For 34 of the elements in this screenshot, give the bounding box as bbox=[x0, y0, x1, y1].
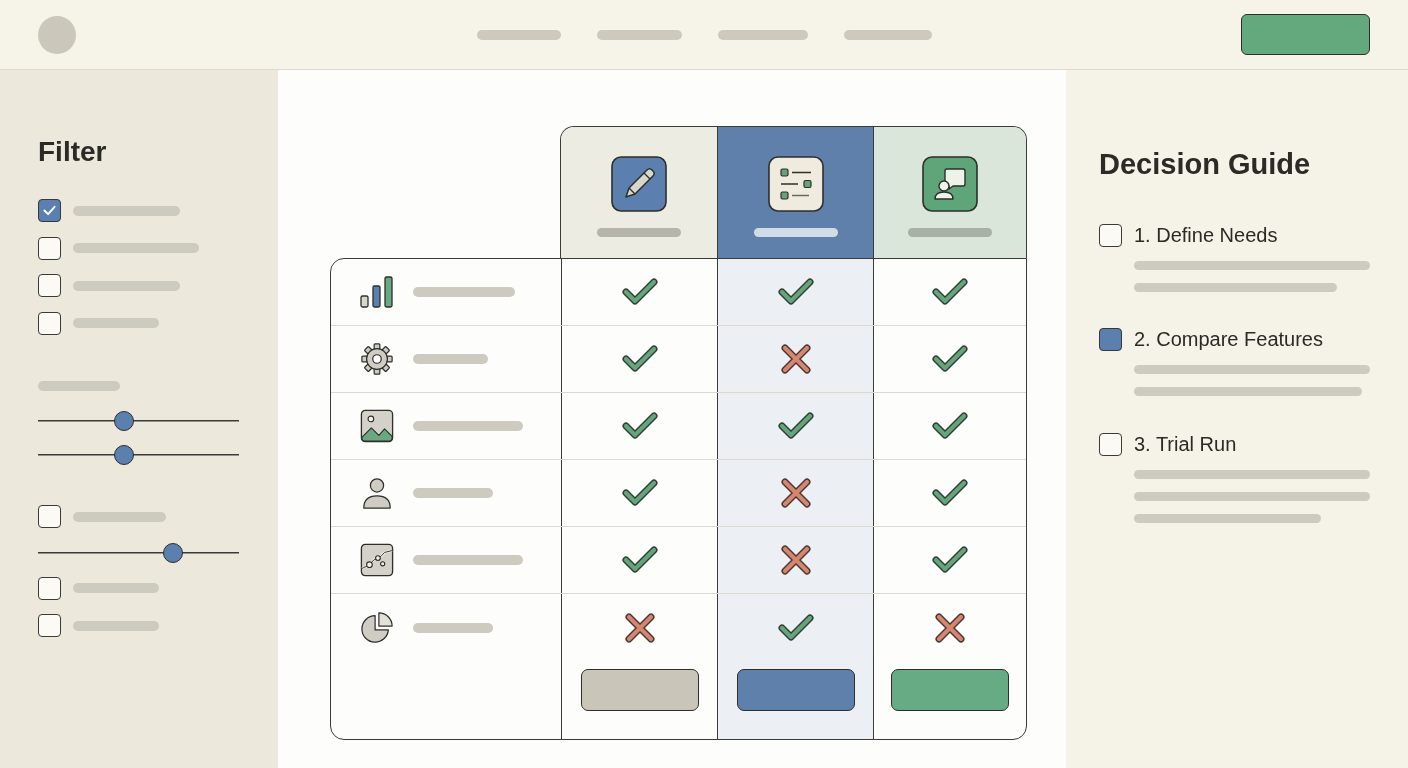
slider-thumb[interactable] bbox=[162, 542, 183, 563]
sidebar-title: Filter bbox=[38, 136, 108, 168]
checkbox[interactable] bbox=[38, 505, 61, 529]
plan-button[interactable] bbox=[580, 669, 699, 711]
checkbox[interactable] bbox=[38, 576, 61, 600]
check-icon bbox=[43, 205, 56, 217]
guide-title: Decision Guide bbox=[1099, 147, 1312, 181]
step-checkbox[interactable] bbox=[1099, 328, 1122, 351]
plan-button[interactable] bbox=[891, 669, 1009, 711]
route-map-icon bbox=[359, 543, 395, 577]
slider-thumb[interactable] bbox=[114, 445, 135, 465]
step-label: 3. Trial Run bbox=[1134, 432, 1237, 456]
checkbox[interactable] bbox=[38, 199, 61, 223]
pie-chart-icon bbox=[359, 610, 395, 645]
plan-header[interactable] bbox=[873, 127, 1026, 258]
step-label: 2. Compare Features bbox=[1134, 328, 1323, 351]
bar-chart-icon bbox=[359, 275, 395, 309]
settings-icon bbox=[359, 342, 395, 376]
step-checkbox[interactable] bbox=[1099, 432, 1122, 456]
action-button[interactable] bbox=[1241, 14, 1370, 55]
step-label: 1. Define Needs bbox=[1134, 223, 1278, 247]
step-checkbox[interactable] bbox=[1099, 223, 1122, 247]
slider-thumb[interactable] bbox=[114, 411, 135, 431]
checkbox[interactable] bbox=[38, 311, 61, 335]
checklist-icon bbox=[767, 156, 824, 212]
plan-button[interactable] bbox=[736, 669, 855, 711]
user-chat-icon bbox=[922, 156, 978, 212]
checkbox[interactable] bbox=[38, 274, 61, 298]
pencil-icon bbox=[611, 156, 667, 212]
plan-header[interactable] bbox=[717, 127, 873, 258]
checkbox[interactable] bbox=[38, 236, 61, 260]
image-icon bbox=[359, 409, 395, 443]
checkbox[interactable] bbox=[38, 614, 61, 638]
plan-header[interactable] bbox=[561, 127, 717, 258]
